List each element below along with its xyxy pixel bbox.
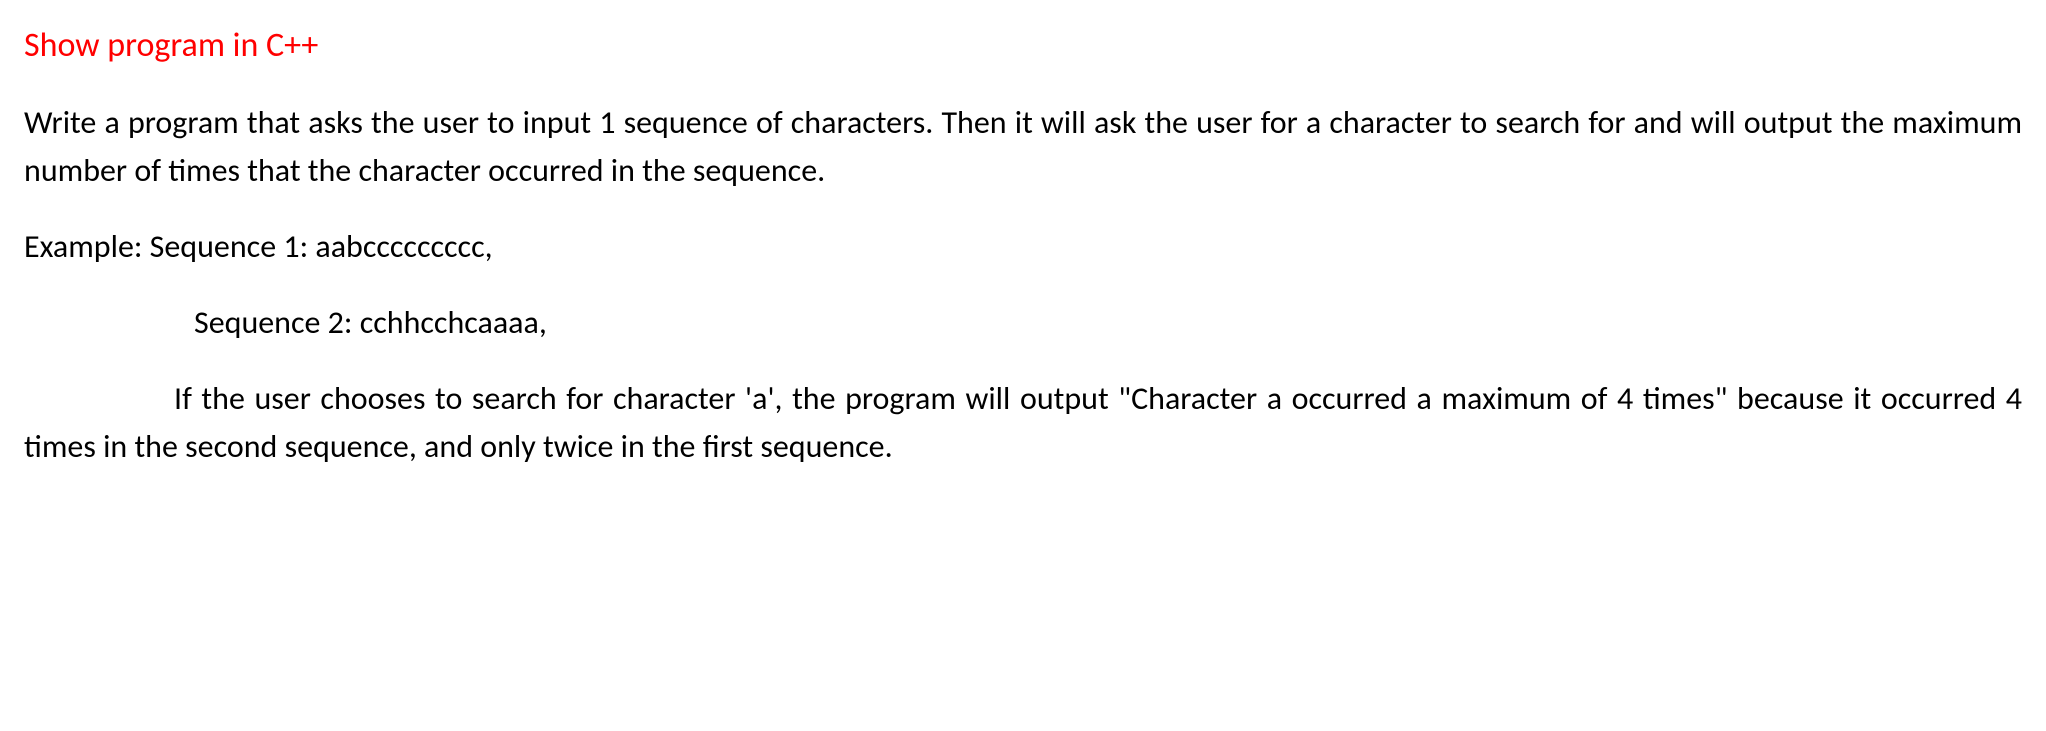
example-explanation: If the user chooses to search for charac… [24,375,2022,471]
explanation-line1: If the user chooses to search for charac… [174,379,1432,418]
example-sequence-1: Example: Sequence 1: aabccccccccc, [24,223,2022,271]
problem-description: Write a program that asks the user to in… [24,99,2022,195]
example-sequence-2: Sequence 2: cchhcchcaaaa, [24,299,2022,347]
document-title: Show program in C++ [24,20,2022,71]
